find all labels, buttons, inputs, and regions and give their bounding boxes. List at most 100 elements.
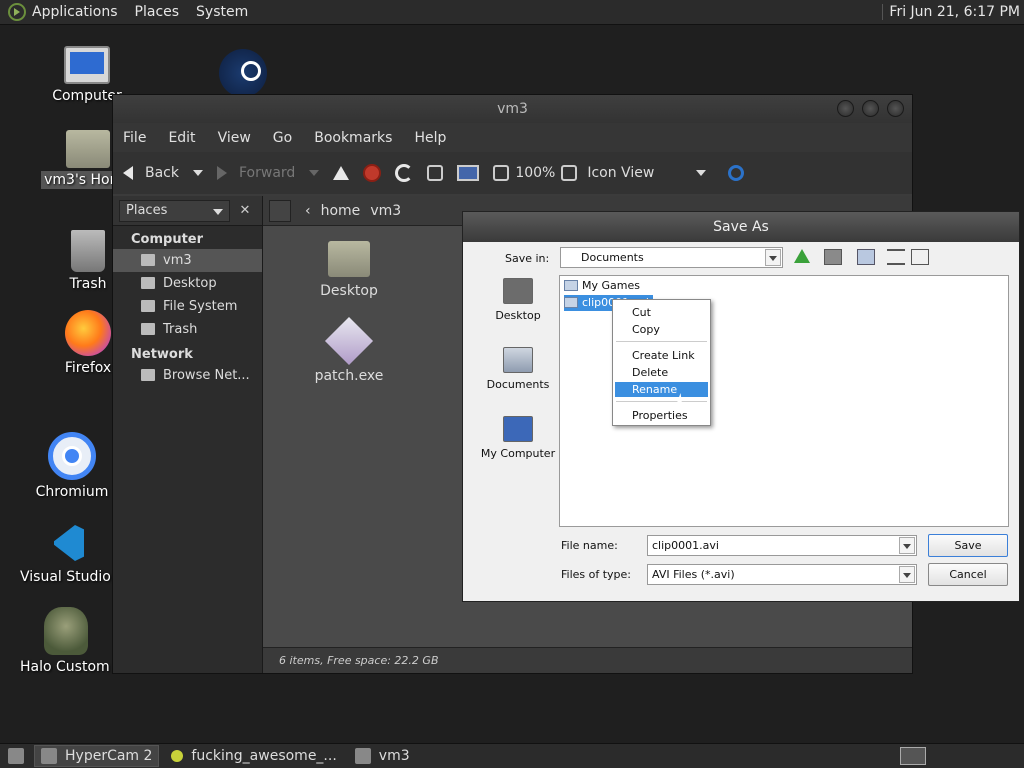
- close-sidebar-button[interactable]: ✕: [234, 200, 256, 222]
- save-in-select[interactable]: Documents: [560, 247, 783, 268]
- distro-logo-icon[interactable]: [8, 3, 26, 21]
- stop-button[interactable]: [363, 164, 382, 182]
- up-folder-button[interactable]: [794, 249, 812, 265]
- desktop-icon-chromium[interactable]: Chromium: [24, 432, 120, 500]
- maximize-button[interactable]: [862, 100, 879, 117]
- sidebar-item-trash[interactable]: Trash: [113, 318, 262, 341]
- forward-arrow-icon: [217, 166, 227, 180]
- menu-item-properties[interactable]: Properties: [615, 408, 708, 423]
- menu-file[interactable]: File: [123, 130, 146, 146]
- system-menu[interactable]: System: [196, 4, 248, 20]
- menu-item-delete[interactable]: Delete: [615, 365, 708, 380]
- forward-history-dropdown[interactable]: [309, 170, 320, 176]
- home-icon: [427, 165, 444, 181]
- task-label: HyperCam 2: [65, 748, 153, 764]
- up-button[interactable]: [333, 166, 350, 180]
- places-menu[interactable]: Places: [135, 4, 180, 20]
- dialog-places: Desktop Documents My Computer: [475, 272, 561, 532]
- path-scroll-left[interactable]: ‹: [301, 200, 315, 222]
- zoom-level[interactable]: 100%: [515, 165, 555, 181]
- task-vm3[interactable]: vm3: [349, 745, 416, 767]
- folder-icon: [564, 280, 578, 291]
- task-label: vm3: [378, 748, 410, 764]
- forward-button[interactable]: Forward: [217, 165, 295, 181]
- home-button[interactable]: [427, 165, 444, 181]
- sidebar-item-filesystem[interactable]: File System: [113, 295, 262, 318]
- menu-item-create-link[interactable]: Create Link: [615, 348, 708, 363]
- save-button[interactable]: Save: [928, 534, 1008, 557]
- menu-help[interactable]: Help: [414, 130, 446, 146]
- list-item-my-games[interactable]: My Games: [564, 278, 640, 294]
- edit-path-button[interactable]: [269, 199, 291, 222]
- task-video[interactable]: fucking_awesome_...: [165, 745, 342, 767]
- file-type-label: Files of type:: [561, 568, 632, 581]
- details-view-button[interactable]: [911, 249, 929, 265]
- file-item-desktop[interactable]: Desktop: [304, 241, 394, 299]
- back-arrow-icon: [123, 166, 133, 180]
- menu-bookmarks[interactable]: Bookmarks: [314, 130, 392, 146]
- applications-menu[interactable]: Applications: [32, 4, 118, 20]
- menubar: File Edit View Go Bookmarks Help: [113, 123, 912, 152]
- chromium-icon: [48, 432, 96, 480]
- clock[interactable]: Fri Jun 21, 6:17 PM: [882, 4, 1020, 20]
- computer-button[interactable]: [457, 165, 480, 181]
- minimize-button[interactable]: [837, 100, 854, 117]
- show-desktop-button[interactable]: [4, 745, 28, 767]
- search-button[interactable]: [728, 165, 745, 181]
- task-hypercam[interactable]: HyperCam 2: [34, 745, 160, 767]
- file-item-patch-exe[interactable]: patch.exe: [304, 316, 394, 384]
- menu-item-copy[interactable]: Copy: [615, 322, 708, 337]
- desktop-icon-halo[interactable]: Halo Custom Edition: [20, 607, 112, 675]
- zoom-out-button[interactable]: [493, 165, 510, 181]
- new-folder-button[interactable]: [857, 249, 875, 265]
- window-titlebar[interactable]: vm3: [113, 95, 912, 123]
- sidebar-selector[interactable]: Places: [119, 199, 230, 222]
- firefox-icon: [65, 310, 111, 356]
- desktop-button[interactable]: [824, 249, 842, 265]
- sidebar-item-vm3[interactable]: vm3: [113, 249, 262, 272]
- place-desktop[interactable]: Desktop: [475, 278, 561, 341]
- path-segment-home[interactable]: home: [317, 200, 365, 222]
- zoom-in-button[interactable]: [561, 165, 578, 181]
- stop-icon: [363, 164, 382, 182]
- desktop-icon-label: Trash: [69, 276, 107, 292]
- menu-item-rename[interactable]: Rename: [615, 382, 708, 397]
- menu-edit[interactable]: Edit: [168, 130, 195, 146]
- steam-icon[interactable]: [219, 49, 267, 97]
- menu-view[interactable]: View: [218, 130, 251, 146]
- menu-item-cut[interactable]: Cut: [615, 305, 708, 320]
- desktop-icon: [503, 278, 533, 304]
- list-view-button[interactable]: [887, 249, 905, 265]
- sidebar-item-desktop[interactable]: Desktop: [113, 272, 262, 295]
- sidebar-item-label: Desktop: [163, 276, 217, 291]
- menu-go[interactable]: Go: [273, 130, 292, 146]
- chevron-down-icon: [309, 170, 320, 176]
- place-my-computer[interactable]: My Computer: [475, 416, 561, 479]
- desktop-icon-label: Visual Studio Code: [20, 569, 112, 585]
- file-type-select[interactable]: AVI Files (*.avi): [647, 564, 917, 585]
- chevron-down-icon: [213, 208, 223, 215]
- place-documents[interactable]: Documents: [475, 347, 561, 410]
- show-desktop-icon: [8, 748, 24, 764]
- path-segment-vm3[interactable]: vm3: [366, 200, 405, 222]
- computer-icon: [457, 165, 480, 181]
- hypercam-icon: [41, 748, 57, 764]
- sidebar-heading-computer: Computer: [131, 232, 204, 247]
- place-label: Documents: [486, 378, 550, 391]
- close-button[interactable]: [887, 100, 904, 117]
- file-name-input[interactable]: clip0001.avi: [647, 535, 917, 556]
- desktop-icon-vscode[interactable]: Visual Studio Code: [20, 521, 112, 585]
- back-button[interactable]: Back: [123, 165, 179, 181]
- chevron-down-icon: [193, 170, 203, 176]
- reload-icon: [395, 164, 414, 182]
- sidebar-item-browse-network[interactable]: Browse Net...: [113, 364, 262, 387]
- cancel-button[interactable]: Cancel: [928, 563, 1008, 586]
- chevron-down-icon: [765, 249, 781, 266]
- reload-button[interactable]: [395, 164, 414, 182]
- dialog-title[interactable]: Save As: [463, 212, 1019, 242]
- desktop-icon-label: Halo Custom Edition: [20, 659, 112, 675]
- workspace-switcher-icon[interactable]: [900, 747, 926, 765]
- toolbar: Back Forward 100% Icon View: [113, 152, 912, 194]
- back-history-dropdown[interactable]: [193, 170, 203, 176]
- view-mode-select[interactable]: Icon View: [587, 165, 707, 181]
